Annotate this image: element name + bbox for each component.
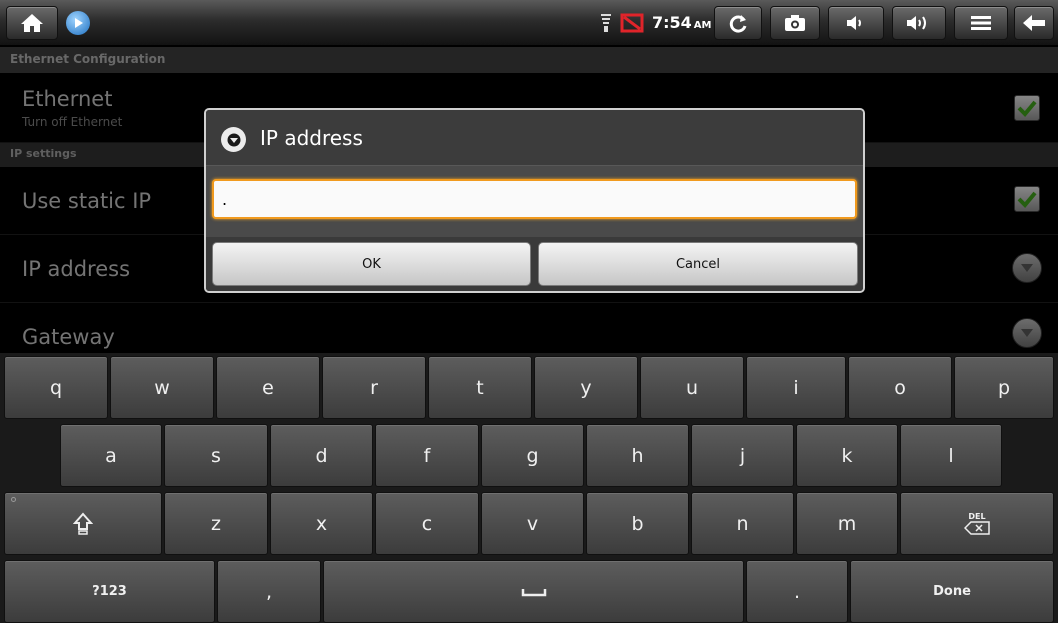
home-icon <box>21 14 43 32</box>
key-c[interactable]: c <box>375 492 479 555</box>
back-button[interactable] <box>1014 6 1054 40</box>
sd-card-blocked-icon <box>620 13 644 33</box>
refresh-button[interactable] <box>714 6 762 40</box>
delete-key[interactable]: DEL <box>900 492 1054 555</box>
chevron-down-icon <box>221 127 246 152</box>
key-p[interactable]: p <box>954 356 1054 419</box>
wifi-icon <box>601 14 611 32</box>
volume-up-icon <box>907 16 926 30</box>
status-bar: 7:54 AM <box>0 0 1058 46</box>
key-d[interactable]: d <box>270 424 373 487</box>
back-icon <box>1023 15 1045 31</box>
period-key[interactable]: . <box>746 560 848 623</box>
caps-indicator <box>11 497 16 502</box>
volume-up-button[interactable] <box>892 6 946 40</box>
key-u[interactable]: u <box>640 356 744 419</box>
soft-keyboard: q w e r t y u i o p a s d f g h j k l z … <box>0 353 1058 623</box>
volume-down-icon <box>847 16 861 30</box>
comma-key[interactable]: , <box>217 560 321 623</box>
key-q[interactable]: q <box>4 356 108 419</box>
volume-down-button[interactable] <box>828 6 884 40</box>
shift-icon <box>73 511 93 535</box>
key-k[interactable]: k <box>796 424 898 487</box>
key-b[interactable]: b <box>586 492 689 555</box>
ok-button[interactable]: OK <box>212 242 531 286</box>
refresh-icon <box>729 15 747 33</box>
key-v[interactable]: v <box>481 492 584 555</box>
dialog-body <box>206 166 863 237</box>
shift-key[interactable] <box>4 492 162 555</box>
key-f[interactable]: f <box>375 424 479 487</box>
clock-ampm: AM <box>693 20 712 31</box>
play-circle-icon[interactable] <box>66 11 90 35</box>
key-a[interactable]: a <box>60 424 162 487</box>
key-n[interactable]: n <box>691 492 794 555</box>
home-button[interactable] <box>6 6 58 40</box>
key-e[interactable]: e <box>216 356 320 419</box>
key-l[interactable]: l <box>900 424 1002 487</box>
key-t[interactable]: t <box>428 356 532 419</box>
key-o[interactable]: o <box>848 356 952 419</box>
delete-key-label: DEL <box>968 512 986 521</box>
key-j[interactable]: j <box>691 424 794 487</box>
ip-address-input[interactable] <box>212 179 857 219</box>
key-y[interactable]: y <box>534 356 638 419</box>
key-i[interactable]: i <box>746 356 846 419</box>
clock-time: 7:54 <box>652 13 692 32</box>
key-g[interactable]: g <box>481 424 584 487</box>
ip-address-dialog: IP address OK Cancel <box>204 108 865 293</box>
screenshot-button[interactable] <box>770 6 820 40</box>
camera-icon <box>785 15 805 31</box>
key-m[interactable]: m <box>796 492 898 555</box>
cancel-button[interactable]: Cancel <box>538 242 858 286</box>
key-h[interactable]: h <box>586 424 689 487</box>
space-icon <box>521 588 546 596</box>
key-s[interactable]: s <box>164 424 268 487</box>
key-r[interactable]: r <box>322 356 426 419</box>
backspace-icon <box>964 521 990 535</box>
dialog-title: IP address <box>260 126 363 150</box>
key-w[interactable]: w <box>110 356 214 419</box>
symbols-key[interactable]: ?123 <box>4 560 215 623</box>
key-z[interactable]: z <box>164 492 268 555</box>
dialog-header: IP address <box>206 110 863 166</box>
clock: 7:54 AM <box>652 13 712 32</box>
dialog-buttons: OK Cancel <box>206 237 863 291</box>
menu-button[interactable] <box>954 6 1008 40</box>
space-key[interactable] <box>323 560 744 623</box>
menu-icon <box>971 16 991 30</box>
key-x[interactable]: x <box>270 492 373 555</box>
done-key[interactable]: Done <box>850 560 1054 623</box>
